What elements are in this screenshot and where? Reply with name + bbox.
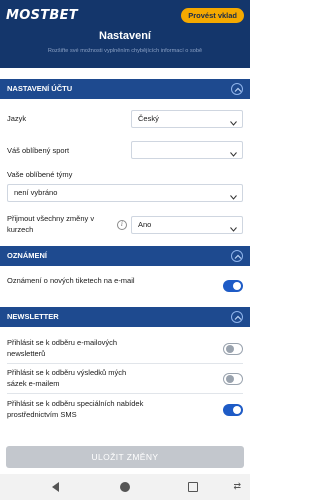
newsletter-email-toggle[interactable] — [223, 343, 243, 355]
language-select[interactable]: Český — [131, 110, 243, 128]
section-title-account: NASTAVENÍ ÚČTU — [7, 84, 73, 93]
chevron-down-icon — [230, 222, 237, 238]
chevron-down-icon — [230, 147, 237, 163]
section-header-account[interactable]: NASTAVENÍ ÚČTU — [0, 79, 250, 99]
email-tickets-label: Oznámení o nových tiketech na e-mail — [7, 276, 135, 285]
language-value: Český — [138, 114, 159, 123]
bet-results-label: Přihlásit se k odběru výsledků mých sáze… — [7, 368, 127, 388]
language-label: Jazyk — [7, 114, 27, 123]
odds-changes-select[interactable]: Ano — [131, 216, 243, 234]
section-header-notifications[interactable]: OZNÁMENÍ — [0, 246, 250, 266]
recent-apps-icon[interactable] — [188, 482, 198, 492]
info-icon[interactable]: i — [117, 220, 127, 230]
odds-changes-value: Ano — [138, 220, 152, 229]
toggle-knob — [233, 282, 241, 290]
back-icon[interactable] — [52, 482, 59, 492]
home-icon[interactable] — [120, 482, 130, 492]
deposit-button[interactable]: Provést vklad — [181, 8, 244, 23]
sport-select[interactable] — [131, 141, 243, 159]
chevron-up-icon[interactable] — [231, 311, 243, 323]
chevron-down-icon — [230, 116, 237, 132]
section-title-newsletter: NEWSLETTER — [7, 312, 59, 321]
divider — [7, 363, 243, 364]
chevron-up-icon[interactable] — [231, 250, 243, 262]
page-subtitle: Rozšiřte své možnosti vyplněním chybějíc… — [47, 48, 203, 54]
divider — [7, 393, 243, 394]
save-changes-button[interactable]: ULOŽIT ZMĚNY — [6, 446, 244, 468]
section-title-notifications: OZNÁMENÍ — [7, 251, 47, 260]
chevron-down-icon — [230, 190, 237, 206]
rotate-icon[interactable]: ⇄ — [233, 481, 241, 492]
sms-offers-toggle[interactable] — [223, 404, 243, 416]
mostbet-logo[interactable]: MOSTBET — [6, 8, 78, 23]
sms-offers-label: Přihlásit se k odběru speciálních nabíde… — [7, 399, 144, 419]
odds-changes-label: Přijmout všechny změny v kurzech — [7, 214, 95, 234]
teams-label: Vaše oblíbené týmy — [7, 170, 73, 179]
teams-select[interactable]: není vybráno — [7, 184, 243, 202]
system-navigation-bar: ⇄ — [0, 474, 250, 500]
bet-results-toggle[interactable] — [223, 373, 243, 385]
section-header-newsletter[interactable]: NEWSLETTER — [0, 307, 250, 327]
teams-value: není vybráno — [14, 188, 58, 197]
newsletter-email-label: Přihlásit se k odběru e-mailových newsle… — [7, 338, 118, 358]
page-title: Nastavení — [99, 30, 151, 42]
app-header: MOSTBET Provést vklad Nastavení Rozšiřte… — [0, 0, 250, 68]
email-tickets-toggle[interactable] — [223, 280, 243, 292]
chevron-up-icon[interactable] — [231, 83, 243, 95]
sport-label: Váš oblíbený sport — [7, 146, 70, 155]
toggle-knob — [226, 375, 234, 383]
toggle-knob — [233, 406, 241, 414]
toggle-knob — [226, 345, 234, 353]
